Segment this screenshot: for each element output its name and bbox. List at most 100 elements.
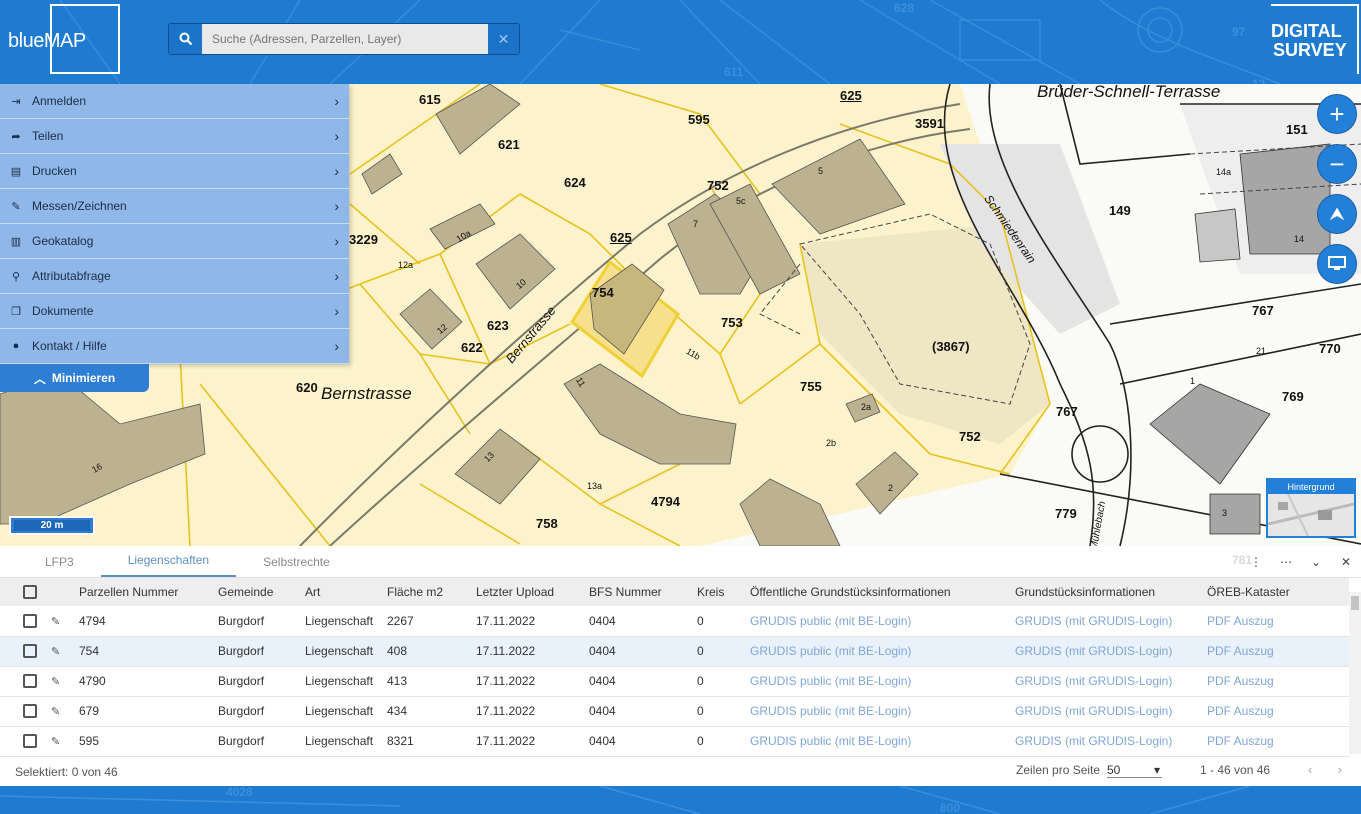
link-grudis-public[interactable]: GRUDIS public (mit BE-Login)	[746, 666, 1011, 696]
link-pdf-auszug[interactable]: PDF Auszug	[1203, 636, 1349, 666]
table-scrollbar[interactable]	[1349, 592, 1361, 754]
chevron-down-icon[interactable]: ⌄	[1301, 546, 1331, 578]
menu-item-attributabfrage[interactable]: ⚲ Attributabfrage ›	[0, 259, 349, 294]
parcel-label[interactable]: 769	[1282, 389, 1304, 404]
table-row[interactable]: ✎ 754 Burgdorf Liegenschaft 408 17.11.20…	[0, 636, 1349, 666]
bluemap-logo[interactable]: blueMAP	[8, 4, 120, 74]
menu-item-kontakt[interactable]: ● Kontakt / Hilfe ›	[0, 329, 349, 364]
print-icon: ▤	[10, 165, 22, 178]
parcel-label[interactable]: 767	[1056, 404, 1078, 419]
link-grudis[interactable]: GRUDIS (mit GRUDIS-Login)	[1011, 696, 1203, 726]
building-label: 14a	[1216, 167, 1232, 177]
column-header[interactable]: Parzellen Nummer	[75, 578, 214, 606]
search-button[interactable]	[169, 24, 202, 54]
search-input[interactable]	[202, 24, 488, 54]
row-checkbox[interactable]	[23, 614, 37, 629]
parcel-label[interactable]: 767	[1252, 303, 1274, 318]
parcel-label[interactable]: 622	[461, 340, 483, 355]
column-header[interactable]: Kreis	[693, 578, 746, 606]
zoom-in-button[interactable]: +	[1317, 94, 1357, 134]
menu-item-geokatalog[interactable]: ▥ Geokatalog ›	[0, 224, 349, 259]
menu-item-messen[interactable]: ✎ Messen/Zeichnen ›	[0, 189, 349, 224]
parcel-label[interactable]: 624	[564, 175, 586, 190]
background-layer-switcher[interactable]: Hintergrund	[1266, 478, 1356, 538]
chevron-right-icon: ›	[334, 303, 339, 319]
edit-icon[interactable]: ✎	[51, 646, 60, 658]
table-row[interactable]: ✎ 679 Burgdorf Liegenschaft 434 17.11.20…	[0, 696, 1349, 726]
next-page-icon[interactable]: ›	[1338, 762, 1342, 777]
link-grudis-public[interactable]: GRUDIS public (mit BE-Login)	[746, 726, 1011, 756]
link-grudis-public[interactable]: GRUDIS public (mit BE-Login)	[746, 606, 1011, 636]
column-header[interactable]: Art	[301, 578, 383, 606]
column-header[interactable]: Letzter Upload	[472, 578, 585, 606]
close-icon[interactable]: ✕	[1331, 546, 1361, 578]
parcel-label[interactable]: 151	[1286, 122, 1308, 137]
row-checkbox[interactable]	[23, 674, 37, 689]
row-checkbox[interactable]	[23, 734, 37, 749]
column-header[interactable]: Grundstücksinformationen	[1011, 578, 1203, 606]
menu-item-dokumente[interactable]: ❐ Dokumente ›	[0, 294, 349, 329]
clear-search-button[interactable]: ✕	[488, 24, 519, 54]
parcel-label[interactable]: 752	[707, 178, 729, 193]
column-header[interactable]: Gemeinde	[214, 578, 301, 606]
link-grudis[interactable]: GRUDIS (mit GRUDIS-Login)	[1011, 666, 1203, 696]
scrollbar-thumb[interactable]	[1351, 596, 1359, 610]
menu-item-drucken[interactable]: ▤ Drucken ›	[0, 154, 349, 189]
parcel-label[interactable]: 595	[688, 112, 710, 127]
parcel-label[interactable]: 623	[487, 318, 509, 333]
link-grudis[interactable]: GRUDIS (mit GRUDIS-Login)	[1011, 606, 1203, 636]
edit-icon[interactable]: ✎	[51, 616, 60, 628]
link-pdf-auszug[interactable]: PDF Auszug	[1203, 606, 1349, 636]
parcel-label[interactable]: 754	[592, 285, 614, 300]
column-header[interactable]: Fläche m2	[383, 578, 472, 606]
parcel-label[interactable]: 753	[721, 315, 743, 330]
zoom-out-button[interactable]: −	[1317, 144, 1357, 184]
parcel-label[interactable]: 3229	[349, 232, 378, 247]
parcel-label[interactable]: 615	[419, 92, 441, 107]
parcel-label[interactable]: 4794	[651, 494, 680, 509]
parcel-label[interactable]: 3591	[915, 116, 944, 131]
table-row[interactable]: ✎ 4794 Burgdorf Liegenschaft 2267 17.11.…	[0, 606, 1349, 636]
more-icon[interactable]: ⋯	[1271, 546, 1301, 578]
link-grudis-public[interactable]: GRUDIS public (mit BE-Login)	[746, 696, 1011, 726]
tab-lfp3[interactable]: LFP3	[0, 545, 101, 577]
north-arrow-button[interactable]: ⮝	[1317, 194, 1357, 234]
edit-icon[interactable]: ✎	[51, 736, 60, 748]
table-row[interactable]: ✎ 595 Burgdorf Liegenschaft 8321 17.11.2…	[0, 726, 1349, 756]
parcel-label[interactable]: 621	[498, 137, 520, 152]
digital-survey-logo[interactable]: DIGITAL SURVEY	[1263, 4, 1359, 74]
parcel-label[interactable]: 149	[1109, 203, 1131, 218]
edit-icon[interactable]: ✎	[51, 676, 60, 688]
column-header[interactable]: ÖREB-Kataster	[1203, 578, 1349, 606]
parcel-label[interactable]: (3867)	[932, 339, 970, 354]
parcel-label[interactable]: 755	[800, 379, 822, 394]
menu-item-anmelden[interactable]: ⇥ Anmelden ›	[0, 84, 349, 119]
parcel-label[interactable]: 752	[959, 429, 981, 444]
link-grudis[interactable]: GRUDIS (mit GRUDIS-Login)	[1011, 636, 1203, 666]
parcel-label[interactable]: 758	[536, 516, 558, 531]
link-grudis-public[interactable]: GRUDIS public (mit BE-Login)	[746, 636, 1011, 666]
parcel-label[interactable]: 779	[1055, 506, 1077, 521]
rows-per-page-select[interactable]: 50 ▾	[1107, 763, 1162, 778]
parcel-label[interactable]: 620	[296, 380, 318, 395]
row-checkbox[interactable]	[23, 644, 37, 659]
table-row[interactable]: ✎ 4790 Burgdorf Liegenschaft 413 17.11.2…	[0, 666, 1349, 696]
tab-liegenschaften[interactable]: Liegenschaften	[100, 545, 237, 577]
tab-selbstrechte[interactable]: Selbstrechte	[236, 545, 357, 577]
parcel-label[interactable]: 625	[610, 230, 632, 245]
column-header[interactable]: BFS Nummer	[585, 578, 693, 606]
menu-item-teilen[interactable]: ➦ Teilen ›	[0, 119, 349, 154]
link-pdf-auszug[interactable]: PDF Auszug	[1203, 696, 1349, 726]
link-pdf-auszug[interactable]: PDF Auszug	[1203, 726, 1349, 756]
edit-icon[interactable]: ✎	[51, 706, 60, 718]
prev-page-icon[interactable]: ‹	[1308, 762, 1312, 777]
link-grudis[interactable]: GRUDIS (mit GRUDIS-Login)	[1011, 726, 1203, 756]
column-header[interactable]: Öffentliche Grundstücksinformationen	[746, 578, 1011, 606]
select-all-checkbox[interactable]	[23, 585, 37, 600]
fullscreen-button[interactable]	[1317, 244, 1357, 284]
parcel-label[interactable]: 770	[1319, 341, 1341, 356]
row-checkbox[interactable]	[23, 704, 37, 719]
parcel-label[interactable]: 625	[840, 88, 862, 103]
link-pdf-auszug[interactable]: PDF Auszug	[1203, 666, 1349, 696]
minimize-menu-button[interactable]: ︿ Minimieren	[0, 364, 149, 392]
